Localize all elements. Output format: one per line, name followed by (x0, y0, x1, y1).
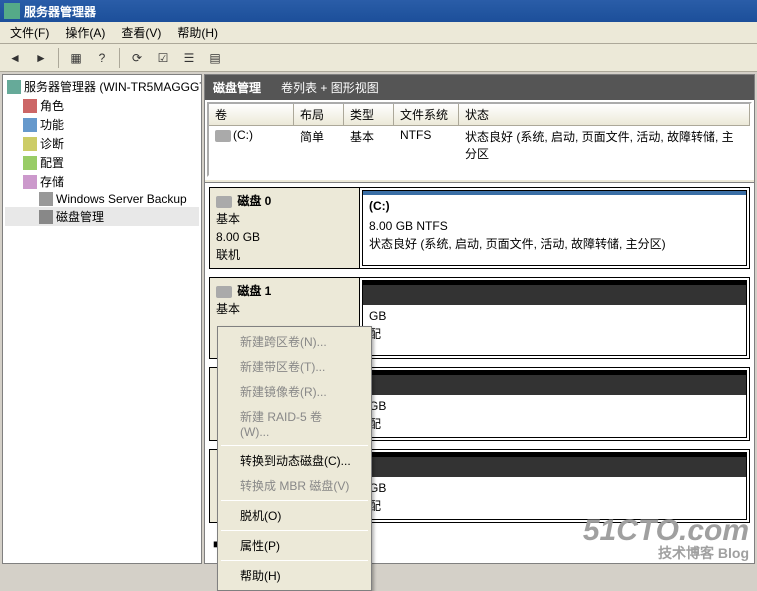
disk-icon (216, 196, 232, 208)
menu-help[interactable]: 帮助(H) (169, 22, 226, 43)
menu-bar: 文件(F) 操作(A) 查看(V) 帮助(H) (0, 22, 757, 44)
tree-storage[interactable]: 存储 (5, 172, 199, 191)
config-icon (23, 156, 37, 170)
volume-row[interactable]: (C:) 简单 基本 NTFS 状态良好 (系统, 启动, 页面文件, 活动, … (209, 126, 750, 164)
volume-list[interactable]: 卷 布局 类型 文件系统 状态 (C:) 简单 基本 NTFS 状态良好 (系统… (207, 102, 752, 177)
content-subtitle: 卷列表 + 图形视图 (281, 79, 379, 96)
nav-tree[interactable]: 服务器管理器 (WIN-TR5MAGGGT1O) 角色 功能 诊断 配置 存储 … (2, 74, 202, 564)
help-button[interactable]: ? (91, 47, 113, 69)
tree-roles[interactable]: 角色 (5, 96, 199, 115)
context-menu: 新建跨区卷(N)... 新建带区卷(T)... 新建镜像卷(R)... 新建 R… (217, 326, 372, 591)
disk-icon (216, 286, 232, 298)
ctx-convert-mbr[interactable]: 转换成 MBR 磁盘(V) (220, 473, 369, 498)
volume-list-header: 卷 布局 类型 文件系统 状态 (209, 104, 750, 126)
col-volume[interactable]: 卷 (209, 104, 294, 125)
disk-0[interactable]: 磁盘 0 基本 8.00 GB 联机 (C:) 8.00 GB NTFS 状态良… (209, 187, 750, 269)
show-hide-button[interactable]: ▦ (65, 47, 87, 69)
backup-icon (39, 192, 53, 206)
ctx-offline[interactable]: 脱机(O) (220, 503, 369, 528)
disk-0-partition-c[interactable]: (C:) 8.00 GB NTFS 状态良好 (系统, 启动, 页面文件, 活动… (362, 190, 747, 266)
window-titlebar: 服务器管理器 (0, 0, 757, 22)
disk-2-unallocated[interactable]: GB 配 (362, 370, 747, 438)
volume-icon (215, 130, 231, 142)
props-button[interactable]: ☑ (152, 47, 174, 69)
features-icon (23, 118, 37, 132)
list-button[interactable]: ☰ (178, 47, 200, 69)
diskmgmt-icon (39, 210, 53, 224)
content-title: 磁盘管理 (213, 79, 261, 96)
content-header: 磁盘管理 卷列表 + 图形视图 (205, 75, 754, 100)
menu-action[interactable]: 操作(A) (57, 22, 113, 43)
disk-3-unallocated[interactable]: GB 配 (362, 452, 747, 520)
ctx-help[interactable]: 帮助(H) (220, 563, 369, 588)
tree-root[interactable]: 服务器管理器 (WIN-TR5MAGGGT1O) (5, 77, 199, 96)
forward-button[interactable]: ► (30, 47, 52, 69)
tree-features[interactable]: 功能 (5, 115, 199, 134)
col-type[interactable]: 类型 (344, 104, 394, 125)
col-status[interactable]: 状态 (459, 104, 750, 125)
diag-icon (23, 137, 37, 151)
ctx-new-mirror[interactable]: 新建镜像卷(R)... (220, 379, 369, 404)
app-icon (4, 3, 20, 19)
menu-view[interactable]: 查看(V) (113, 22, 169, 43)
tree-diskmgmt[interactable]: 磁盘管理 (5, 207, 199, 226)
disk-1-unallocated[interactable]: GB 配 (362, 280, 747, 356)
storage-icon (23, 175, 37, 189)
menu-file[interactable]: 文件(F) (2, 22, 57, 43)
ctx-convert-dynamic[interactable]: 转换到动态磁盘(C)... (220, 448, 369, 473)
roles-icon (23, 99, 37, 113)
col-fs[interactable]: 文件系统 (394, 104, 459, 125)
toolbar: ◄ ► ▦ ? ⟳ ☑ ☰ ▤ (0, 44, 757, 72)
ctx-new-raid5[interactable]: 新建 RAID-5 卷(W)... (220, 404, 369, 443)
server-icon (7, 80, 21, 94)
window-title: 服务器管理器 (24, 3, 96, 20)
ctx-properties[interactable]: 属性(P) (220, 533, 369, 558)
back-button[interactable]: ◄ (4, 47, 26, 69)
col-layout[interactable]: 布局 (294, 104, 344, 125)
ctx-new-spanned[interactable]: 新建跨区卷(N)... (220, 329, 369, 354)
tree-backup[interactable]: Windows Server Backup (5, 191, 199, 207)
tree-diag[interactable]: 诊断 (5, 134, 199, 153)
ctx-new-striped[interactable]: 新建带区卷(T)... (220, 354, 369, 379)
grid-button[interactable]: ▤ (204, 47, 226, 69)
tree-config[interactable]: 配置 (5, 153, 199, 172)
refresh-button[interactable]: ⟳ (126, 47, 148, 69)
disk-0-label[interactable]: 磁盘 0 基本 8.00 GB 联机 (210, 188, 360, 268)
